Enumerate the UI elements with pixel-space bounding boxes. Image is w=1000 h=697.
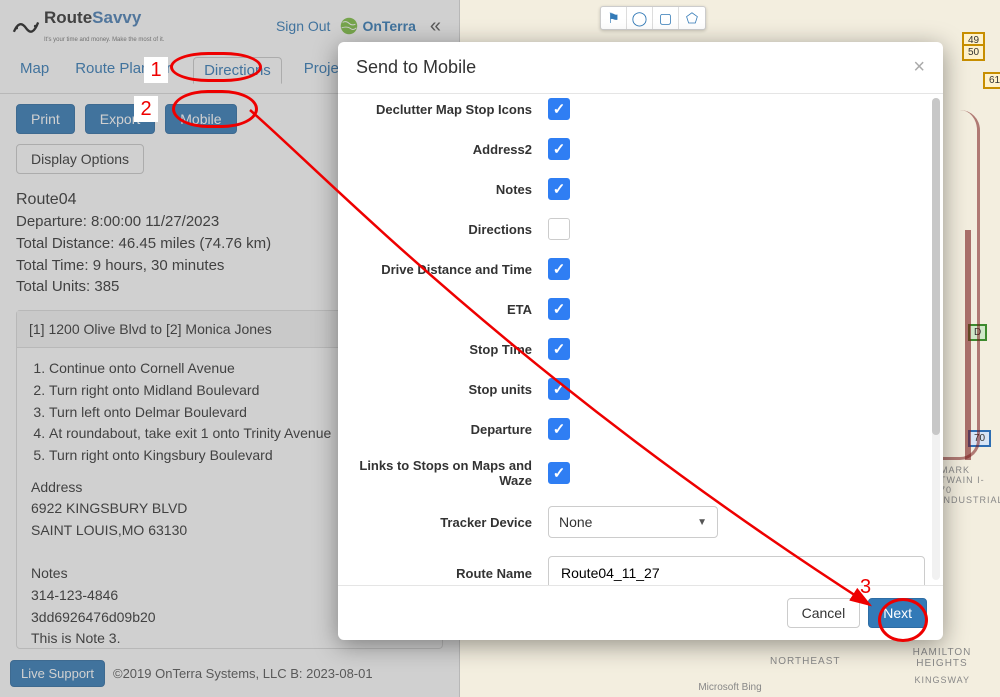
checkbox-notes[interactable] [548, 178, 570, 200]
map-label-marktwain: MARK TWAIN I-70 INDUSTRIAL [940, 465, 996, 505]
next-button[interactable]: Next [868, 598, 927, 628]
label-eta: ETA [348, 302, 548, 317]
send-to-mobile-modal: Send to Mobile × Declutter Map Stop Icon… [338, 42, 943, 640]
modal-footer: Cancel Next [338, 585, 943, 640]
map-attribution: Microsoft Bing [698, 682, 761, 693]
label-tracker: Tracker Device [348, 515, 548, 530]
checkbox-stoptime[interactable] [548, 338, 570, 360]
map-tool-polygon-icon[interactable]: ⬠ [679, 7, 705, 29]
tracker-value: None [559, 514, 592, 530]
map-tool-square-icon[interactable]: ▢ [653, 7, 679, 29]
label-address2: Address2 [348, 142, 548, 157]
map-tool-flag-icon[interactable]: ⚑ [601, 7, 627, 29]
modal-header: Send to Mobile × [338, 42, 943, 94]
checkbox-eta[interactable] [548, 298, 570, 320]
scrollbar[interactable] [932, 98, 940, 580]
label-stoptime: Stop Time [348, 342, 548, 357]
checkbox-directions[interactable] [548, 218, 570, 240]
tracker-select[interactable]: None ▼ [548, 506, 718, 538]
checkbox-declutter[interactable] [548, 98, 570, 120]
cancel-button[interactable]: Cancel [787, 598, 861, 628]
label-links: Links to Stops on Maps and Waze [348, 458, 548, 488]
map-tool-circle-icon[interactable]: ◯ [627, 7, 653, 29]
modal-title: Send to Mobile [356, 57, 476, 78]
checkbox-stopunits[interactable] [548, 378, 570, 400]
label-departure: Departure [348, 422, 548, 437]
label-notes: Notes [348, 182, 548, 197]
checkbox-links[interactable] [548, 462, 570, 484]
road-shield: 61 [983, 72, 1000, 89]
map-label-hamilton: HAMILTON HEIGHTS [902, 647, 982, 669]
road-shield: 50 [962, 44, 985, 61]
chevron-down-icon: ▼ [697, 517, 707, 528]
checkbox-drive[interactable] [548, 258, 570, 280]
label-declutter: Declutter Map Stop Icons [348, 102, 548, 117]
route-name-input[interactable] [548, 556, 925, 585]
map-label-northeast: NORTHEAST [770, 656, 841, 667]
checkbox-address2[interactable] [548, 138, 570, 160]
map-label-kingsway: KINGSWAY [914, 675, 970, 685]
label-routename: Route Name [348, 566, 548, 581]
checkbox-departure[interactable] [548, 418, 570, 440]
map-controls: ⚑ ◯ ▢ ⬠ [600, 6, 706, 30]
label-stopunits: Stop units [348, 382, 548, 397]
modal-body: Declutter Map Stop Icons Address2 Notes … [338, 94, 943, 585]
close-icon[interactable]: × [913, 56, 925, 79]
label-directions: Directions [348, 222, 548, 237]
label-drive: Drive Distance and Time [348, 262, 548, 277]
